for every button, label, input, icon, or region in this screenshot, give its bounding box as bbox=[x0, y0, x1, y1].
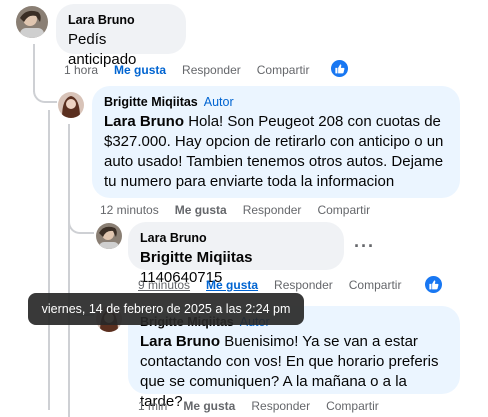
comment-author-line: Brigitte Miqiitas Autor bbox=[104, 94, 448, 110]
comment-actions: 1 min Me gusta Responder Compartir bbox=[138, 398, 395, 414]
thread-elbow bbox=[68, 208, 94, 234]
reply-button[interactable]: Responder bbox=[274, 278, 333, 292]
share-button[interactable]: Compartir bbox=[326, 399, 379, 413]
thread-line bbox=[68, 124, 70, 417]
like-button[interactable]: Me gusta bbox=[175, 203, 227, 217]
reply-button[interactable]: Responder bbox=[251, 399, 310, 413]
comment-timestamp[interactable]: 12 minutos bbox=[100, 203, 159, 217]
comment-actions: 12 minutos Me gusta Responder Compartir bbox=[100, 202, 386, 218]
author-badge: Autor bbox=[203, 95, 234, 109]
reply-button[interactable]: Responder bbox=[243, 203, 302, 217]
like-reaction-badge[interactable] bbox=[424, 275, 443, 294]
comment-bubble: Lara Bruno Pedís anticipado bbox=[56, 4, 186, 68]
avatar[interactable] bbox=[58, 92, 84, 118]
like-button[interactable]: Me gusta bbox=[114, 63, 166, 77]
mention-link[interactable]: Lara Bruno bbox=[104, 113, 184, 130]
comment-actions: 9 minutos Me gusta Responder Compartir bbox=[138, 277, 417, 293]
mention-link[interactable]: Lara Bruno bbox=[140, 333, 220, 350]
thumbs-up-icon bbox=[335, 64, 345, 74]
timestamp-tooltip: viernes, 14 de febrero de 2025 a las 2:2… bbox=[28, 293, 304, 325]
comment-actions: 1 hora Me gusta Responder Compartir bbox=[64, 62, 325, 78]
mention-link[interactable]: Brigitte Miqiitas bbox=[140, 249, 253, 266]
comment-author[interactable]: Brigitte Miqiitas bbox=[104, 95, 198, 109]
like-button[interactable]: Me gusta bbox=[206, 278, 258, 292]
comment-text-line: Lara Bruno Hola! Son Peugeot 208 con cuo… bbox=[104, 112, 448, 192]
like-reaction-badge[interactable] bbox=[330, 59, 349, 78]
avatar[interactable] bbox=[96, 223, 122, 249]
share-button[interactable]: Compartir bbox=[349, 278, 402, 292]
like-button[interactable]: Me gusta bbox=[183, 399, 235, 413]
reply-button[interactable]: Responder bbox=[182, 63, 241, 77]
share-button[interactable]: Compartir bbox=[257, 63, 310, 77]
comment-bubble: Lara Bruno Brigitte Miqiitas 1140640715 bbox=[128, 222, 344, 286]
share-button[interactable]: Compartir bbox=[317, 203, 370, 217]
comment-timestamp[interactable]: 1 hora bbox=[64, 63, 98, 77]
comment-timestamp[interactable]: 9 minutos bbox=[138, 278, 190, 292]
thread-elbow bbox=[33, 78, 57, 103]
more-options-icon[interactable]: ··· bbox=[354, 236, 375, 257]
thumbs-up-icon bbox=[429, 280, 439, 290]
avatar[interactable] bbox=[16, 6, 48, 38]
thread-line bbox=[48, 110, 50, 410]
comment-timestamp[interactable]: 1 min bbox=[138, 399, 167, 413]
comment-author[interactable]: Lara Bruno bbox=[140, 230, 332, 246]
comment-bubble: Brigitte Miqiitas Autor Lara Bruno Hola! … bbox=[92, 86, 460, 198]
comment-author[interactable]: Lara Bruno bbox=[68, 12, 174, 28]
